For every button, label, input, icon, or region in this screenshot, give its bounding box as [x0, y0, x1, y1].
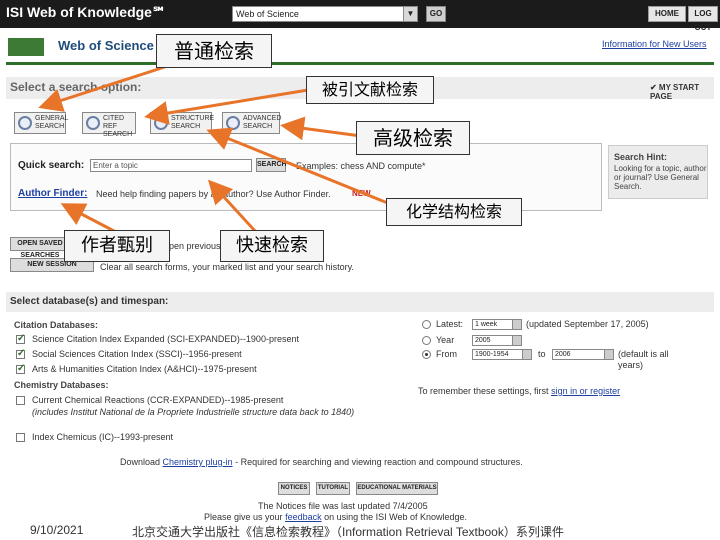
ccr-checkbox[interactable] — [16, 396, 25, 405]
ssci-label: Social Sciences Citation Index (SSCI)--1… — [32, 349, 242, 359]
my-start-page-link[interactable]: ✔ MY START PAGE — [650, 83, 720, 101]
annotation-advanced-search: 高级检索 — [356, 121, 470, 155]
magnifier-icon — [18, 116, 32, 130]
new-session-text: Clear all search forms, your marked list… — [100, 262, 354, 272]
year-radio[interactable] — [422, 336, 431, 345]
year-select-value: 2005 — [475, 337, 491, 344]
cited-ref-search-button[interactable]: CITED REF SEARCH — [82, 112, 136, 138]
advanced-search-button[interactable]: ADVANCED SEARCH — [222, 112, 282, 134]
tutorial-button[interactable]: TUTORIAL — [316, 482, 350, 495]
magnifier-icon — [86, 116, 100, 130]
sci-label: Science Citation Index Expanded (SCI-EXP… — [32, 334, 299, 344]
ahci-checkbox[interactable] — [16, 363, 25, 374]
ssci-checkbox[interactable] — [16, 348, 25, 359]
from-select-value: 1900-1954 — [475, 351, 509, 358]
chevron-down-icon — [522, 350, 531, 359]
magnifier-icon — [226, 116, 240, 130]
remember-settings-text: To remember these settings, first sign i… — [418, 386, 620, 396]
annotation-cited-search: 被引文献检索 — [306, 76, 434, 104]
educational-materials-button[interactable]: EDUCATIONAL MATERIALS — [356, 482, 438, 495]
quick-search-label: Quick search: — [18, 160, 85, 171]
chevron-down-icon — [512, 320, 521, 329]
search-option-label: Select a search option: — [10, 80, 142, 94]
chem-plugin-prefix: Download — [120, 457, 161, 467]
ccr-label: Current Chemical Reactions (CCR-EXPANDED… — [32, 395, 284, 405]
home-button[interactable]: HOME — [648, 6, 686, 22]
latest-note: (updated September 17, 2005) — [526, 319, 649, 329]
to-label: to — [538, 349, 546, 359]
year-select[interactable]: 2005 — [472, 335, 522, 346]
advanced-search-label: ADVANCED SEARCH — [243, 115, 282, 130]
banner-divider — [6, 62, 714, 65]
database-select[interactable]: Web of Science ▼ — [232, 6, 418, 22]
from-select[interactable]: 1900-1954 — [472, 349, 532, 360]
from-label: From — [436, 349, 457, 359]
chevron-down-icon — [604, 350, 613, 359]
notices-button[interactable]: NOTICES — [278, 482, 310, 495]
search-hint-title: Search Hint: — [614, 152, 668, 162]
feedback-link[interactable]: feedback — [285, 512, 322, 522]
banner-title: Web of Science — [58, 38, 154, 53]
search-hint-body: Looking for a topic, author or journal? … — [614, 164, 707, 191]
quick-search-button[interactable]: SEARCH — [256, 158, 287, 172]
open-saved-searches-button[interactable]: OPEN SAVED SEARCHES — [10, 237, 70, 259]
structure-search-label: STRUCTURE SEARCH — [171, 115, 215, 130]
feedback-suffix: on using the ISI Web of Knowledge. — [324, 512, 468, 522]
ic-label: Index Chemicus (IC)--1993-present — [32, 432, 174, 442]
latest-select[interactable]: 1 week — [472, 319, 522, 330]
year-label: Year — [436, 335, 455, 345]
latest-label: Latest: — [436, 319, 464, 329]
to-select-value: 2006 — [555, 351, 571, 358]
new-users-link[interactable]: Information for New Users — [602, 39, 707, 49]
from-note: (default is all years) — [618, 349, 669, 370]
ccr-note: (includes Institut National de la Propri… — [32, 407, 355, 417]
author-finder-link[interactable]: Author Finder: — [18, 188, 87, 199]
footer-credit: 北京交通大学出版社《信息检索教程》（Information Retrieval … — [132, 525, 564, 539]
chevron-down-icon — [512, 336, 521, 345]
quick-search-input[interactable]: Enter a topic — [90, 159, 252, 172]
app-title: ISI Web of Knowledge℠ — [6, 4, 167, 20]
general-search-label: GENERAL SEARCH — [35, 115, 69, 130]
annotation-structure-search: 化学结构检索 — [386, 198, 522, 226]
annotation-quick-search: 快速检索 — [220, 230, 324, 262]
ic-checkbox[interactable] — [16, 433, 25, 442]
footer-date: 9/10/2021 — [30, 523, 84, 537]
annotation-general-search: 普通检索 — [156, 34, 272, 68]
cited-ref-search-label: CITED REF SEARCH — [103, 115, 133, 138]
chemistry-databases-label: Chemistry Databases: — [14, 380, 109, 390]
from-radio[interactable] — [422, 350, 431, 359]
notices-text: The Notices file was last updated 7/4/20… — [258, 501, 428, 511]
feedback-prefix: Please give us your — [204, 512, 283, 522]
chem-plugin-suffix: - Required for searching and viewing rea… — [235, 457, 523, 467]
to-select[interactable]: 2006 — [552, 349, 614, 360]
ahci-label: Arts & Humanities Citation Index (A&HCI)… — [32, 364, 257, 374]
go-button[interactable]: GO — [426, 6, 446, 22]
database-select-value: Web of Science — [236, 9, 299, 19]
magnifier-icon — [154, 116, 168, 130]
chem-plugin-line: Download Chemistry plug-in - Required fo… — [120, 457, 523, 467]
wos-logo — [8, 38, 44, 56]
author-finder-text: Need help finding papers by an author? U… — [96, 189, 331, 199]
latest-select-value: 1 week — [475, 321, 498, 328]
quick-search-examples: Examples: chess AND compute* — [296, 161, 426, 171]
remember-text: To remember these settings, first — [418, 386, 549, 396]
citation-databases-label: Citation Databases: — [14, 320, 99, 330]
sign-in-link[interactable]: sign in or register — [551, 386, 620, 396]
annotation-author-finder: 作者甄别 — [64, 230, 170, 262]
chevron-down-icon: ▼ — [403, 7, 417, 21]
general-search-button[interactable]: GENERAL SEARCH — [14, 112, 69, 134]
structure-search-button[interactable]: STRUCTURE SEARCH — [150, 112, 215, 134]
chem-plugin-link[interactable]: Chemistry plug-in — [163, 457, 233, 467]
sci-checkbox[interactable] — [16, 333, 25, 344]
new-badge: NEW — [352, 189, 371, 198]
logout-button[interactable]: LOG OUT — [688, 6, 718, 32]
feedback-line: Please give us your feedback on using th… — [204, 512, 467, 522]
database-section-title: Select database(s) and timespan: — [10, 296, 169, 307]
latest-radio[interactable] — [422, 320, 431, 329]
